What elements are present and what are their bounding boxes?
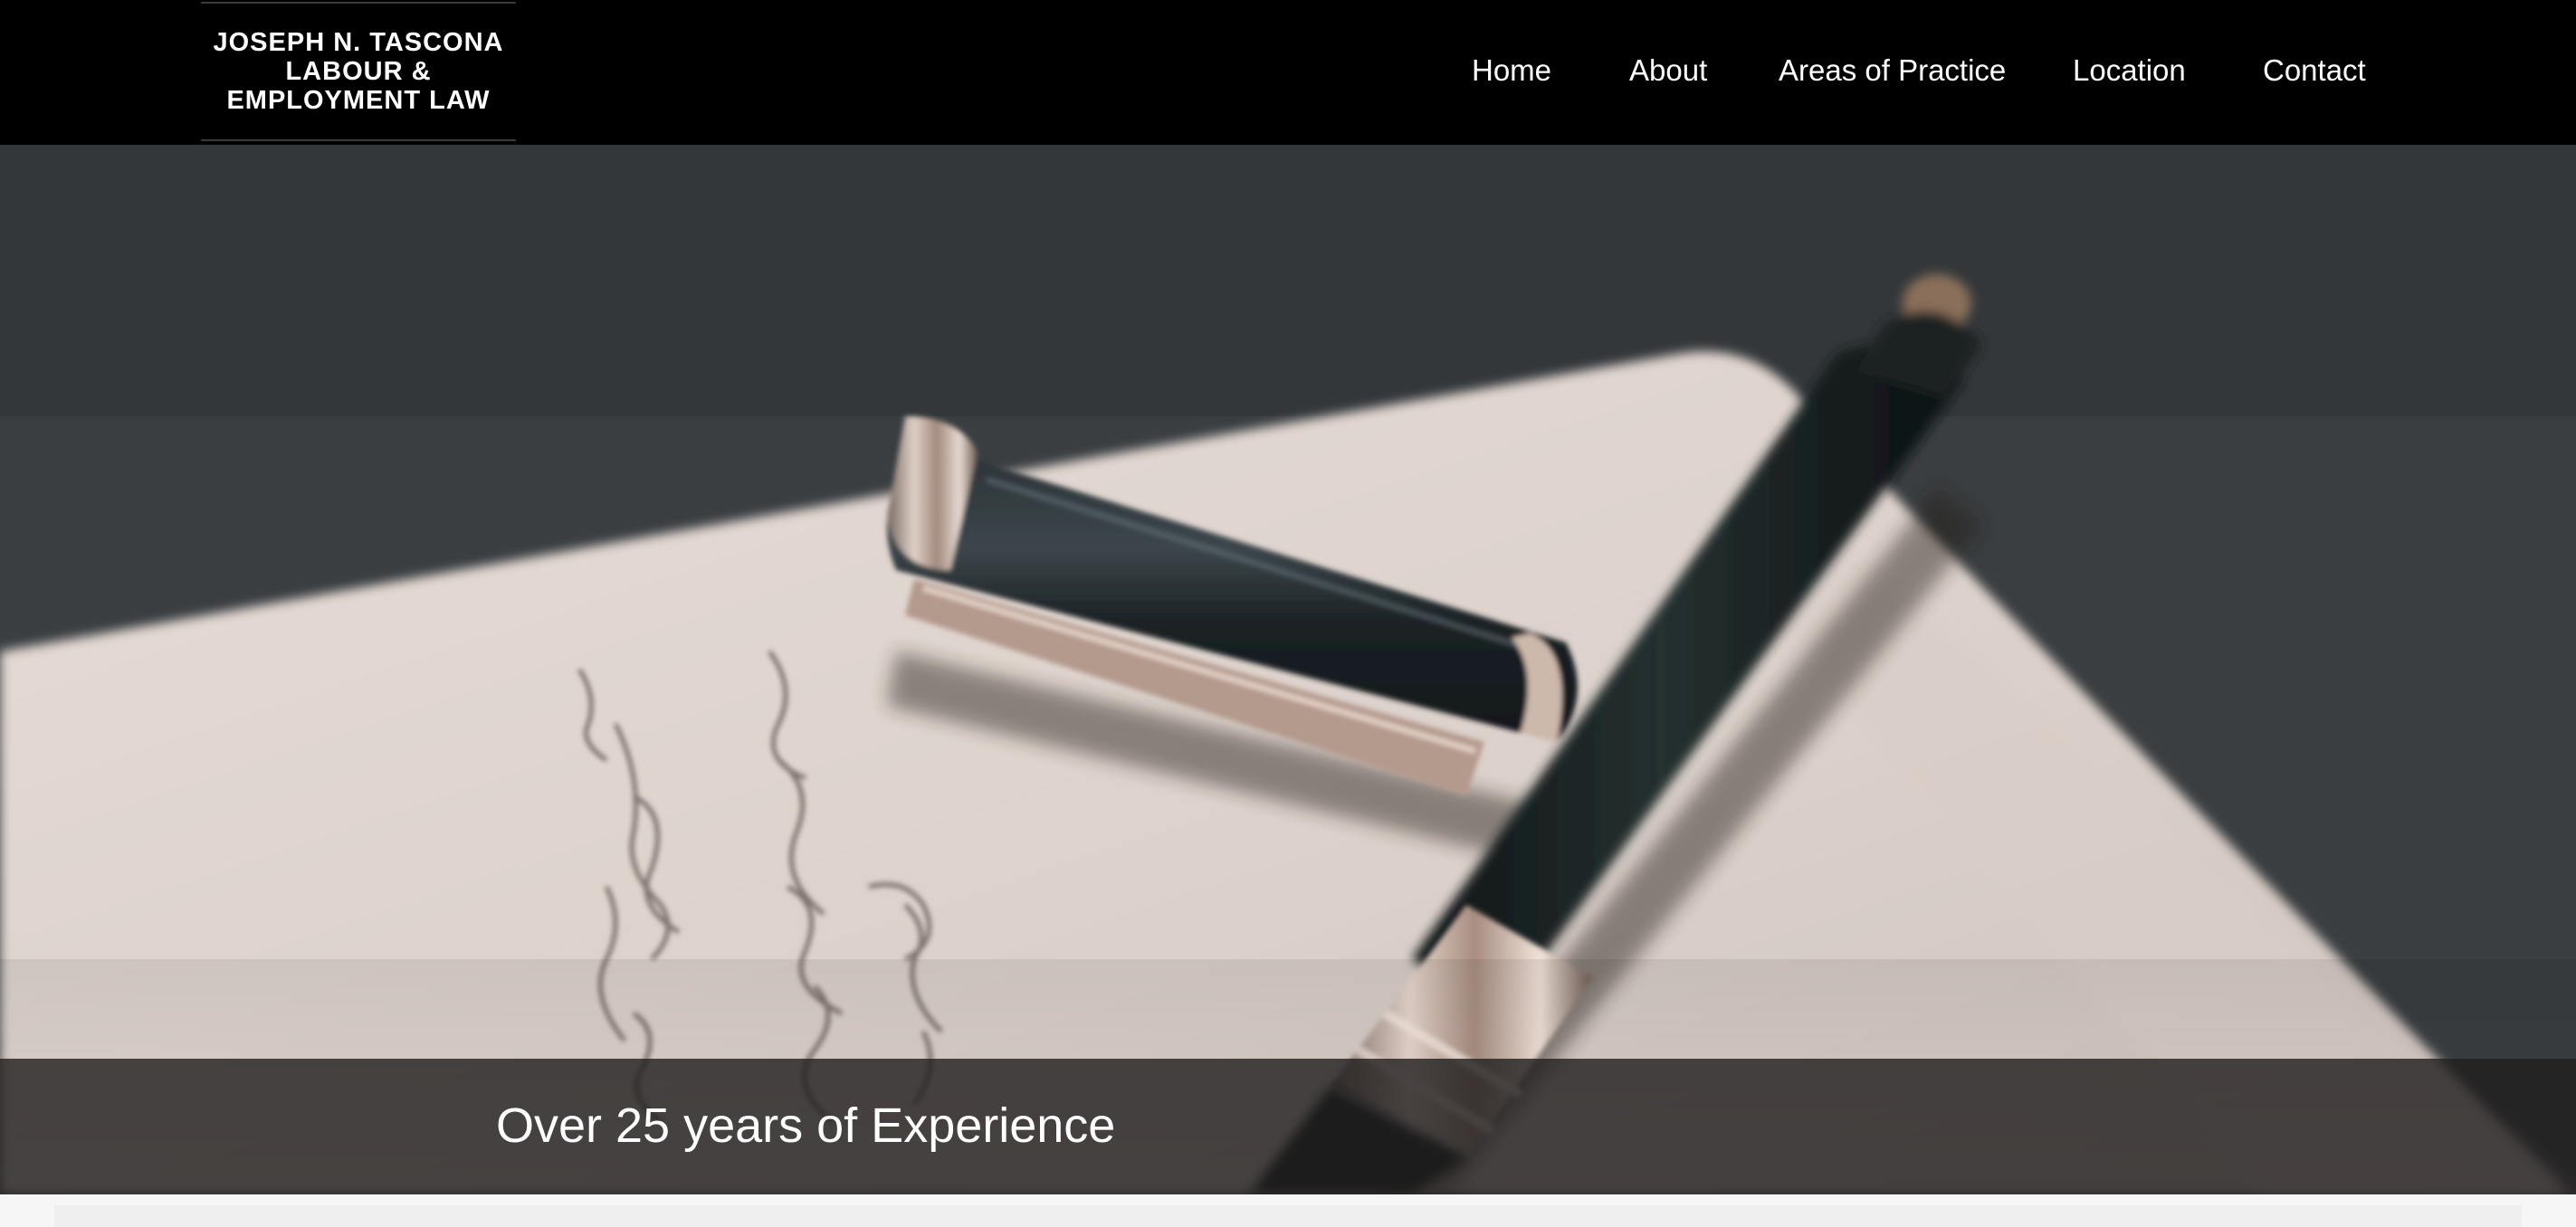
- site-logo[interactable]: JOSEPH N. TASCONA LABOUR & EMPLOYMENT LA…: [201, 2, 516, 141]
- page: JOSEPH N. TASCONA LABOUR & EMPLOYMENT LA…: [0, 0, 2576, 1227]
- nav-home-link[interactable]: Home: [1472, 51, 1551, 90]
- content-strip: [54, 1205, 2522, 1227]
- content-section-top: [0, 1194, 2576, 1227]
- site-header: JOSEPH N. TASCONA LABOUR & EMPLOYMENT LA…: [0, 0, 2576, 145]
- logo-line-2: LABOUR &: [285, 57, 432, 86]
- hero-caption: Over 25 years of Experience: [496, 1099, 1116, 1153]
- nav-contact-link[interactable]: Contact: [2263, 51, 2366, 90]
- hero-pen-and-paper-image: [0, 145, 2576, 1194]
- logo-line-3: EMPLOYMENT LAW: [226, 86, 491, 115]
- nav-location-link[interactable]: Location: [2073, 51, 2186, 90]
- nav-about-link[interactable]: About: [1629, 51, 1707, 90]
- hero-caption-bar: Over 25 years of Experience: [0, 1059, 2576, 1194]
- hero-banner: Over 25 years of Experience: [0, 145, 2576, 1194]
- nav-areas-of-practice-link[interactable]: Areas of Practice: [1779, 51, 2006, 90]
- logo-line-1: JOSEPH N. TASCONA: [213, 28, 504, 57]
- main-nav: Home About Areas of Practice Location Co…: [1448, 0, 2399, 145]
